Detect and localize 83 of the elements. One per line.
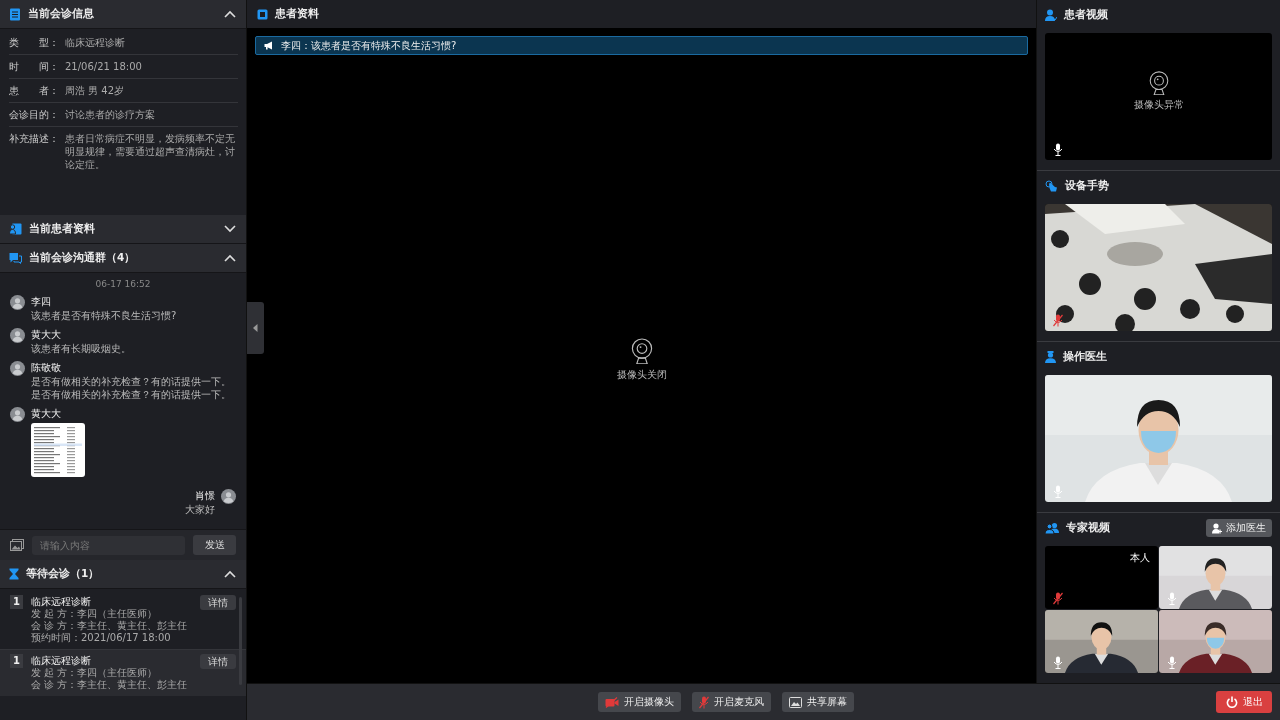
consultation-detail: 发 起 方：李四（主任医师）: [31, 608, 158, 620]
sender-name: 陈敬敬: [31, 361, 61, 374]
webcam-icon: [1147, 70, 1170, 96]
chat-icon: [9, 252, 22, 264]
mic-icon[interactable]: [1053, 143, 1063, 156]
field-label: 患 者：: [9, 84, 60, 97]
expand-icon[interactable]: [224, 225, 236, 233]
consultation-detail: 会 诊 方：李主任、黄主任、彭主任: [31, 679, 188, 691]
consultation-title: 临床远程诊断: [31, 654, 91, 667]
video-label: 本人: [1130, 551, 1150, 565]
panel-title: 当前会诊沟通群（4）: [29, 251, 136, 265]
message-text: 大家好: [185, 503, 215, 516]
hand-pointer-icon: [1045, 180, 1058, 192]
sender-name: 李四: [31, 295, 51, 308]
message-input[interactable]: 请输入内容: [32, 535, 185, 555]
power-icon: [1225, 696, 1238, 708]
doctor-icon: [1045, 351, 1056, 363]
megaphone-icon: [264, 41, 274, 50]
sender-name: 肖憬: [195, 489, 215, 502]
panel-title: 患者资料: [275, 7, 319, 21]
add-doctor-button[interactable]: 添加医生: [1206, 519, 1272, 537]
collapse-icon[interactable]: [224, 570, 236, 578]
panel-header[interactable]: 当前会诊信息: [0, 0, 246, 29]
collapse-icon[interactable]: [224, 254, 236, 262]
field-value: 周浩 男 42岁: [65, 84, 125, 97]
hourglass-icon: [9, 568, 19, 580]
panel-title: 专家视频: [1066, 521, 1110, 535]
avatar-icon: [10, 328, 25, 343]
toolbar-button[interactable]: 共享屏幕: [782, 692, 854, 712]
field-label: 补充描述：: [9, 132, 60, 146]
panel-title: 当前会诊信息: [28, 7, 94, 21]
document-icon: [9, 7, 21, 21]
field-label: 类 型：: [9, 36, 60, 49]
image-upload-icon[interactable]: [10, 539, 24, 551]
message-text: 是否有做相关的补充检查？有的话提供一下。是否有做相关的补充检查？有的话提供一下。: [31, 375, 232, 401]
details-button[interactable]: 详情: [200, 654, 236, 669]
field-label: 时 间：: [9, 60, 60, 73]
avatar-icon: [10, 407, 25, 422]
camera-status: 摄像头异常: [1133, 98, 1184, 113]
patient-card-icon: [9, 223, 22, 235]
exit-button[interactable]: 退出: [1216, 691, 1272, 713]
add-person-icon: [1212, 522, 1222, 534]
panel-title: 患者视频: [1064, 8, 1108, 22]
muted-mic-icon[interactable]: [1053, 592, 1063, 605]
message-timestamp: 06-17 16:52: [95, 279, 151, 289]
message-text: 该患者是否有特殊不良生活习惯?: [31, 309, 177, 322]
send-button[interactable]: 发送: [193, 535, 236, 555]
person-icon: [1045, 9, 1057, 21]
field-value: 讨论患者的诊疗方案: [65, 108, 155, 121]
panel-header[interactable]: 当前会诊沟通群（4）: [0, 244, 246, 273]
toolbar-button[interactable]: 开启麦克风: [692, 692, 771, 712]
avatar-icon: [10, 295, 25, 310]
muted-mic-icon[interactable]: [1053, 314, 1063, 327]
field-value: 21/06/21 18:00: [65, 60, 142, 73]
folder-icon: [257, 8, 268, 20]
field-label: 会诊目的：: [9, 108, 60, 121]
details-button[interactable]: 详情: [200, 595, 236, 610]
field-value: 临床远程诊断: [65, 36, 125, 49]
queue-number: 1: [10, 654, 23, 668]
camera-status: 摄像头关闭: [616, 368, 667, 383]
consultation-title: 临床远程诊断: [31, 595, 91, 608]
field-value: 患者日常病症不明显，发病频率不定无明显规律，需要通过超声查清病灶，讨论定症。: [65, 132, 236, 171]
webcam-icon: [629, 337, 654, 365]
panel-title: 设备手势: [1065, 179, 1109, 193]
collapse-icon[interactable]: [224, 10, 236, 18]
panel-title: 操作医生: [1063, 350, 1107, 364]
panel-title: 当前患者资料: [29, 222, 95, 236]
sender-name: 黄大大: [31, 328, 61, 341]
panel-title: 等待会诊（1）: [26, 567, 100, 581]
group-icon: [1045, 522, 1059, 534]
notice-text: 李四：该患者是否有特殊不良生活习惯?: [281, 38, 457, 53]
avatar-icon: [10, 361, 25, 376]
consultation-detail: 发 起 方：李四（主任医师）: [31, 667, 158, 679]
avatar-icon: [221, 489, 236, 504]
queue-number: 1: [10, 595, 23, 609]
consultation-detail: 预约时间：2021/06/17 18:00: [31, 632, 171, 644]
panel-header[interactable]: 当前患者资料: [0, 215, 246, 244]
message-text: 该患者有长期吸烟史。: [31, 342, 131, 355]
collapse-handle[interactable]: [247, 302, 264, 354]
panel-header[interactable]: 等待会诊（1）: [0, 560, 246, 589]
sender-name: 黄大大: [31, 407, 61, 420]
toolbar-button[interactable]: 开启摄像头: [598, 692, 681, 712]
consultation-detail: 会 诊 方：李主任、黄主任、彭主任: [31, 620, 188, 632]
